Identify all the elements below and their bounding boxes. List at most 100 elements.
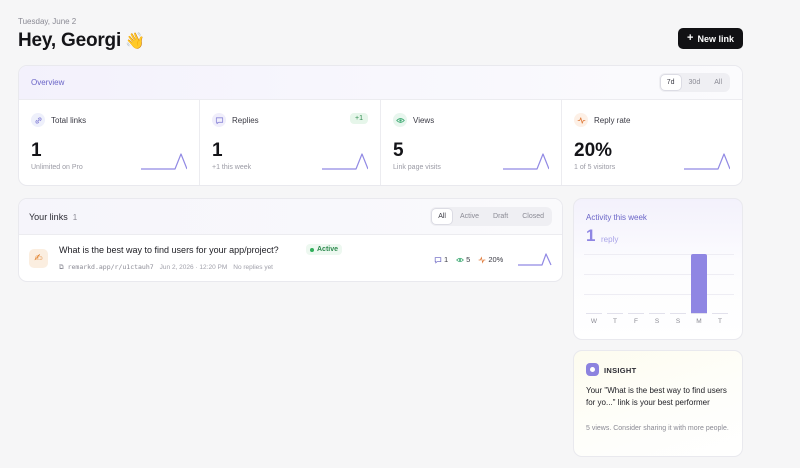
stat-value: 5 [393, 140, 404, 161]
bar-baseline [712, 313, 728, 314]
bar-baseline [670, 313, 686, 314]
filter-draft[interactable]: Draft [487, 209, 514, 224]
links-title-text: Your links [29, 211, 68, 222]
copy-icon: ⧉ [59, 263, 64, 271]
overview-title: Overview [31, 78, 65, 87]
wave-emoji: 👋 [125, 33, 145, 50]
activity-unit: reply [601, 235, 619, 244]
link-sparkline [518, 253, 552, 266]
links-title: Your links 1 [29, 212, 77, 222]
grid-line [584, 274, 734, 275]
activity-title: Activity this week [586, 213, 647, 222]
links-card: Your links 1 All Active Draft Closed ✍ Wh… [18, 198, 563, 282]
day-label: S [675, 318, 681, 325]
stat-label: Views [413, 116, 435, 125]
day-label: F [634, 318, 638, 325]
stat-label: Reply rate [594, 116, 631, 125]
insight-label: INSIGHT [604, 366, 637, 375]
message-icon [434, 256, 442, 264]
links-count: 1 [72, 212, 78, 222]
replies-metric: 1 [434, 255, 448, 264]
insight-text: Your "What is the best way to find users… [586, 386, 727, 407]
stat-total-links: Total links 1 Unlimited on Pro [19, 100, 200, 185]
greeting-text: Hey, Georgi [18, 30, 122, 51]
filter-active[interactable]: Active [454, 209, 485, 224]
stat-value: 20% [574, 140, 613, 161]
link-replies-note: No replies yet [233, 264, 273, 271]
link-meta: ⧉ remarkd.app/r/u1ctauh7 Jun 2, 2026 · 1… [59, 263, 273, 272]
stat-sparkline [322, 153, 368, 170]
new-link-label: New link [697, 33, 734, 44]
bar-baseline [586, 313, 602, 314]
stat-label: Total links [51, 116, 87, 125]
stat-sub: +1 this week [212, 164, 252, 171]
filter-all[interactable]: All [432, 209, 452, 224]
stat-value: 1 [31, 140, 42, 161]
activity-card: Activity this week 1 reply W T F S S M T [573, 198, 743, 340]
link-url-text: remarkd.app/r/u1ctauh7 [67, 263, 154, 271]
activity-icon [574, 113, 588, 127]
stat-value: 1 [212, 140, 223, 161]
bar-baseline [607, 313, 623, 314]
replies-count: 1 [444, 255, 449, 264]
rate-value: 20% [488, 255, 504, 264]
views-metric: 5 [456, 255, 470, 264]
bar-baseline [649, 313, 665, 314]
link-filter: All Active Draft Closed [430, 207, 552, 226]
stat-reply-rate: Reply rate 20% 1 of 5 visitors [562, 100, 742, 185]
greeting-heading: Hey, Georgi 👋 [18, 30, 145, 52]
day-label: M [696, 318, 702, 325]
link-row[interactable]: ✍ What is the best way to find users for… [19, 235, 563, 281]
sparkle-icon [586, 363, 599, 376]
views-count: 5 [466, 255, 471, 264]
day-label: W [590, 318, 598, 325]
range-7d[interactable]: 7d [660, 75, 681, 90]
activity-count: 1 [586, 226, 596, 245]
range-30d[interactable]: 30d [683, 75, 707, 90]
stat-sparkline [684, 153, 730, 170]
stat-delta-badge: +1 [350, 113, 368, 124]
overview-header: Overview 7d 30d All [19, 66, 742, 100]
insight-card: INSIGHT Your "What is the best way to fi… [573, 350, 743, 457]
overview-card: Overview 7d 30d All Total links 1 Unlimi… [18, 65, 743, 186]
range-all[interactable]: All [708, 75, 728, 90]
hand-icon: ✍ [29, 249, 48, 268]
activity-icon [478, 255, 486, 264]
eye-icon [456, 257, 465, 262]
rate-metric: 20% [478, 255, 503, 264]
stat-sparkline [503, 153, 549, 170]
eye-icon [393, 113, 407, 127]
activity-bar [691, 254, 707, 313]
day-label: T [613, 318, 617, 325]
filter-closed[interactable]: Closed [516, 209, 550, 224]
link-url[interactable]: ⧉ remarkd.app/r/u1ctauh7 [59, 263, 154, 272]
status-badge: Active [306, 244, 343, 255]
stat-sub: Unlimited on Pro [31, 164, 83, 171]
link-icon [31, 113, 45, 127]
status-dot [310, 247, 314, 252]
range-selector: 7d 30d All [658, 73, 730, 92]
stat-replies: Replies +1 1 +1 this week [200, 100, 381, 185]
stat-label: Replies [232, 116, 259, 125]
grid-line [584, 254, 734, 255]
status-text: Active [317, 246, 339, 253]
link-question[interactable]: What is the best way to find users for y… [59, 245, 279, 255]
chevron-right-icon[interactable]: › [562, 252, 563, 262]
stat-sub: 1 of 5 visitors [574, 164, 616, 171]
links-header: Your links 1 All Active Draft Closed [19, 199, 562, 235]
day-label: S [654, 318, 660, 325]
new-link-button[interactable]: + New link [678, 28, 743, 49]
plus-icon: + [687, 32, 694, 44]
stat-views: Views 5 Link page visits [381, 100, 562, 185]
grid-line [584, 294, 734, 295]
link-created: Jun 2, 2026 · 12:20 PM [159, 264, 228, 271]
message-icon [212, 113, 226, 127]
bar-baseline [628, 313, 644, 314]
bar-baseline [691, 313, 707, 314]
header-date: Tuesday, June 2 [18, 17, 77, 26]
insight-note: 5 views. Consider sharing it with more p… [586, 425, 729, 432]
link-metrics: 1 5 20% [434, 255, 503, 264]
day-label: T [718, 318, 722, 325]
stat-sparkline [141, 153, 187, 170]
stat-sub: Link page visits [393, 164, 441, 171]
